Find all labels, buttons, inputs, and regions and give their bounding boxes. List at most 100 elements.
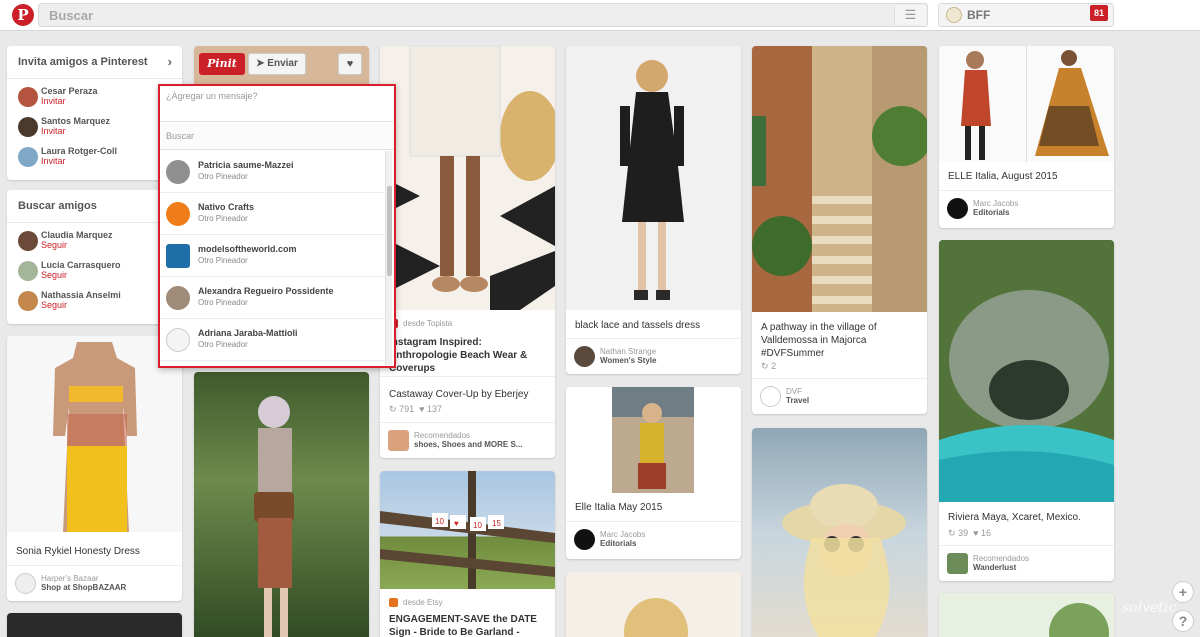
pin-card[interactable]: ELLE Italia, August 2015 Marc Jacobs Edi… bbox=[939, 46, 1114, 228]
contact-item[interactable]: Alexandra Regueiro Possidente Otro Pinead… bbox=[160, 277, 386, 319]
pin-source[interactable]: desde Topista bbox=[389, 319, 452, 329]
contact-item[interactable]: modelsoftheworld.com Otro Pineador bbox=[160, 235, 386, 277]
pinterest-logo-icon[interactable]: P bbox=[12, 4, 34, 26]
repin-icon: ↻ bbox=[389, 404, 397, 414]
chevron-right-icon[interactable]: › bbox=[168, 54, 172, 69]
avatar bbox=[18, 147, 38, 167]
plus-icon: + bbox=[1178, 584, 1188, 600]
street-style-image bbox=[254, 396, 294, 637]
portrait-image bbox=[624, 598, 688, 637]
pin-description: ELLE Italia, August 2015 bbox=[948, 171, 1058, 182]
recipient-search bbox=[160, 123, 394, 150]
pin-attribution[interactable]: Harper's Bazaar Shop at ShopBAZAAR bbox=[7, 565, 182, 601]
pin-card[interactable] bbox=[566, 572, 741, 637]
editorial-image bbox=[612, 387, 694, 493]
pin-card[interactable]: desde Topista Instagram Inspired: Anthro… bbox=[380, 46, 555, 458]
notifications-button[interactable]: 81 bbox=[1090, 5, 1110, 25]
pin-card[interactable] bbox=[939, 593, 1114, 637]
friend-item[interactable]: Laura Rotger-Coll Invitar bbox=[7, 143, 182, 173]
pin-card[interactable]: A pathway in the village of Valldemossa … bbox=[752, 46, 927, 414]
avatar bbox=[18, 87, 38, 107]
contact-item[interactable]: Nativo Crafts Otro Pineador bbox=[160, 193, 386, 235]
pin-card[interactable]: 10 ♥ 10 15 desde Etsy ENGAGEMENT-SAVE th… bbox=[380, 471, 555, 637]
pin-description: Sonia Rykiel Honesty Dress bbox=[16, 546, 140, 557]
pin-card[interactable] bbox=[194, 372, 369, 637]
pin-attribution[interactable]: Recomendados Wanderlust bbox=[939, 545, 1114, 581]
cenote-image bbox=[939, 240, 1114, 502]
avatar bbox=[166, 286, 190, 310]
invite-friends-card: Invita amigos a Pinterest › Cesar Peraza I… bbox=[7, 46, 182, 180]
contact-item[interactable]: Adriana Jaraba-Mattioli Otro Pineador bbox=[160, 319, 386, 361]
watermark: solvetic bbox=[1122, 600, 1177, 616]
pin-image[interactable] bbox=[566, 387, 741, 493]
user-name: BFF bbox=[967, 8, 991, 22]
avatar bbox=[18, 117, 38, 137]
avatar bbox=[15, 573, 36, 594]
pin-source[interactable]: desde Etsy bbox=[389, 598, 443, 608]
pin-attribution[interactable]: Marc Jacobs Editorials bbox=[566, 521, 741, 559]
send-button[interactable]: ➤ Enviar bbox=[248, 53, 306, 75]
pin-title[interactable]: ENGAGEMENT-SAVE the DATE Sign - Bride to… bbox=[389, 613, 549, 637]
search-input[interactable] bbox=[39, 4, 879, 26]
pin-image[interactable]: 10 ♥ 10 15 bbox=[380, 471, 555, 589]
pin-description: A pathway in the village of Valldemossa … bbox=[761, 322, 877, 359]
friend-item[interactable]: Cesar Peraza Invitar bbox=[7, 83, 182, 113]
pin-stats: ↻ 791 ♥ 137 bbox=[389, 404, 442, 414]
avatar bbox=[166, 244, 190, 268]
plant-image bbox=[1049, 603, 1109, 637]
village-stairs-image bbox=[752, 46, 927, 312]
pin-card[interactable] bbox=[7, 613, 182, 637]
pin-card[interactable]: Elle Italia May 2015 Marc Jacobs Editori… bbox=[566, 387, 741, 559]
pin-card[interactable]: black lace and tassels dress Nathan Stra… bbox=[566, 46, 741, 374]
pin-image[interactable] bbox=[7, 336, 182, 532]
pin-attribution[interactable]: Nathan Strange Women's Style bbox=[566, 338, 741, 374]
pin-image[interactable] bbox=[939, 240, 1114, 502]
find-friends-title[interactable]: Buscar amigos bbox=[7, 190, 182, 223]
board-thumbnail bbox=[388, 430, 409, 451]
avatar bbox=[574, 346, 595, 367]
pin-image[interactable] bbox=[380, 46, 555, 310]
scrollbar-thumb[interactable] bbox=[387, 186, 392, 276]
menu-icon[interactable]: ☰ bbox=[894, 5, 926, 25]
pin-card[interactable]: Riviera Maya, Xcaret, Mexico. ↻ 39 ♥ 16 … bbox=[939, 240, 1114, 581]
avatar bbox=[18, 231, 38, 251]
pin-image[interactable] bbox=[939, 46, 1114, 162]
contact-list: Patricia saume-Mazzei Otro Pineador Nativ… bbox=[160, 151, 386, 366]
contact-item[interactable]: Patricia saume-Mazzei Otro Pineador bbox=[160, 151, 386, 193]
friend-item[interactable]: Nathassia Anselmi Seguir bbox=[7, 287, 182, 317]
pin-image[interactable] bbox=[566, 46, 741, 310]
message-input[interactable] bbox=[166, 91, 388, 115]
pin-card[interactable]: Sonia Rykiel Honesty Dress Harper's Baza… bbox=[7, 336, 182, 601]
friend-item[interactable]: Santos Marquez Invitar bbox=[7, 113, 182, 143]
avatar bbox=[18, 291, 38, 311]
avatar bbox=[760, 386, 781, 407]
pin-image[interactable] bbox=[752, 46, 927, 312]
like-button[interactable]: ♥ bbox=[338, 53, 362, 75]
pin-description: Castaway Cover-Up by Eberjey bbox=[389, 389, 529, 400]
pin-card[interactable] bbox=[752, 428, 927, 637]
pin-image[interactable] bbox=[752, 428, 927, 637]
svg-text:10: 10 bbox=[473, 521, 482, 530]
avatar bbox=[947, 198, 968, 219]
invite-friends-title[interactable]: Invita amigos a Pinterest › bbox=[7, 46, 182, 79]
friend-item[interactable]: Claudia Marquez Seguir bbox=[7, 227, 182, 257]
wedding-sign-image: 10 ♥ 10 15 bbox=[380, 471, 555, 589]
pin-stats: ↻ 2 bbox=[761, 361, 777, 371]
user-menu[interactable]: BFF 81 bbox=[938, 3, 1114, 27]
pin-attribution[interactable]: DVF Travel bbox=[752, 378, 927, 414]
avatar bbox=[574, 529, 595, 550]
avatar bbox=[166, 202, 190, 226]
contact-list-scrollbar[interactable] bbox=[385, 151, 392, 365]
pin-image[interactable] bbox=[194, 372, 369, 637]
send-pin-popup: Patricia saume-MazzeiOtro Pineador Nativ… bbox=[158, 84, 396, 368]
black-dress-image bbox=[620, 60, 684, 300]
pin-attribution[interactable]: Marc Jacobs Editorials bbox=[939, 190, 1114, 228]
magazine-spread-image bbox=[961, 46, 1109, 162]
avatar bbox=[166, 328, 190, 352]
friend-item[interactable]: Lucia Carrasquero Seguir bbox=[7, 257, 182, 287]
pinit-button[interactable]: Pinit bbox=[199, 53, 245, 75]
pin-title[interactable]: Instagram Inspired: Anthropologie Beach … bbox=[389, 336, 549, 375]
pin-attribution[interactable]: Recomendados shoes, Shoes and MORE S... bbox=[380, 422, 555, 458]
recipient-search-input[interactable] bbox=[160, 123, 394, 149]
send-icon: ➤ bbox=[256, 58, 268, 69]
